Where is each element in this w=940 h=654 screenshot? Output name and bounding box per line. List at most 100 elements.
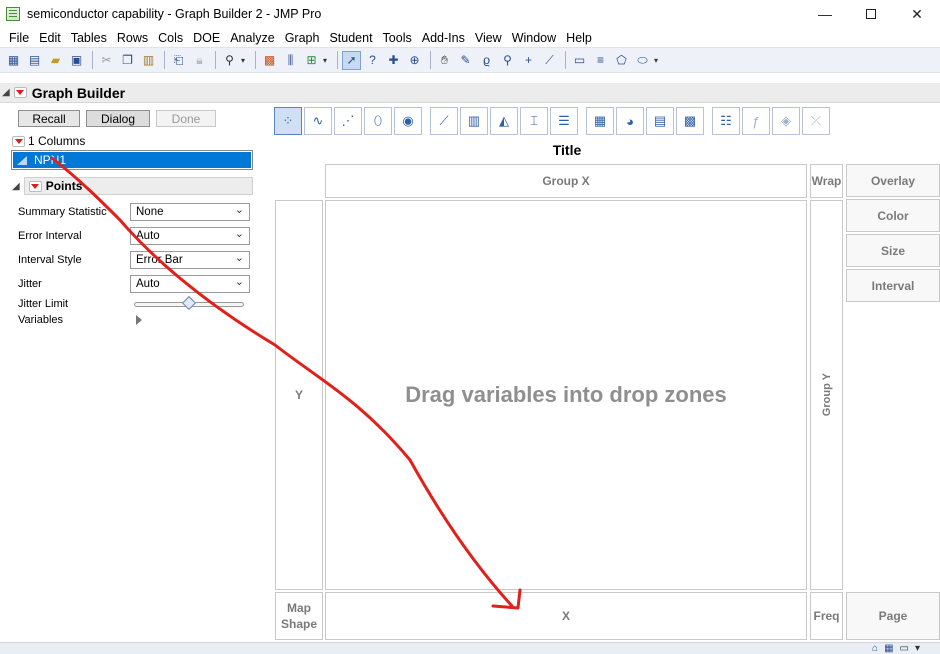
summary-statistic-select[interactable]: None [130, 203, 250, 221]
graph-drop-area[interactable]: Drag variables into drop zones [325, 200, 807, 590]
interval-style-select[interactable]: Error Bar [130, 251, 250, 269]
chart-title[interactable]: Title [325, 142, 809, 158]
menu-student[interactable]: Student [324, 31, 377, 45]
pie-element-icon[interactable]: ◕ [616, 107, 644, 135]
done-button[interactable]: Done [156, 110, 216, 127]
chevron-down-icon[interactable]: ▾ [323, 56, 331, 65]
menu-window[interactable]: Window [507, 31, 561, 45]
color-zone[interactable]: Color [846, 199, 940, 232]
wrap-zone[interactable]: Wrap [810, 164, 843, 198]
menu-tools[interactable]: Tools [378, 31, 417, 45]
grabber-tool-icon[interactable]: ✋︎ [435, 51, 454, 70]
polygon-tool-icon[interactable]: ⬠ [612, 51, 631, 70]
paste-icon[interactable]: ▥ [139, 51, 158, 70]
outline-disclosure-icon[interactable]: ◢ [12, 181, 20, 192]
y-zone[interactable]: Y [275, 200, 323, 590]
histogram-element-icon[interactable]: ☰ [550, 107, 578, 135]
size-zone[interactable]: Size [846, 234, 940, 267]
error-interval-select[interactable]: Auto [130, 227, 250, 245]
copy-icon[interactable]: ❐ [118, 51, 137, 70]
home-icon[interactable]: ⌂ [872, 643, 878, 654]
brush-tool-icon[interactable]: ✎ [456, 51, 475, 70]
group-x-zone[interactable]: Group X [325, 164, 807, 198]
selection-tool-icon[interactable]: ✚ [384, 51, 403, 70]
menu-help[interactable]: Help [561, 31, 597, 45]
x-zone[interactable]: X [325, 592, 807, 640]
column-item-npn1[interactable]: NPN1 [13, 152, 251, 168]
map-shapes-element-icon[interactable]: ◈ [772, 107, 800, 135]
chevron-down-icon[interactable]: ▾ [654, 56, 662, 65]
line-draw-tool-icon[interactable]: ≡ [591, 51, 610, 70]
map-shape-zone[interactable]: Map Shape [275, 592, 323, 640]
area-element-icon[interactable]: ◭ [490, 107, 518, 135]
parallel-element-icon[interactable]: ⤫ [802, 107, 830, 135]
ellipse-tool-icon[interactable]: ⬭ [633, 51, 652, 70]
menu-add-ins[interactable]: Add-Ins [417, 31, 470, 45]
slider-thumb[interactable] [181, 295, 197, 311]
data-table-icon[interactable]: ▦ [884, 643, 893, 654]
menu-file[interactable]: File [4, 31, 34, 45]
interval-zone[interactable]: Interval [846, 269, 940, 302]
menu-analyze[interactable]: Analyze [225, 31, 279, 45]
dialog-button[interactable]: Dialog [86, 110, 150, 127]
annotate-tool-icon[interactable]: ▭ [570, 51, 589, 70]
search-icon[interactable]: ⚲ [220, 51, 239, 70]
line-of-fit-element-icon[interactable]: ⋰ [334, 107, 362, 135]
data-table-list-icon[interactable]: ▩ [260, 51, 279, 70]
overlay-zone[interactable]: Overlay [846, 164, 940, 197]
add-rows-icon[interactable]: ⊞ [302, 51, 321, 70]
red-triangle-menu-icon[interactable] [13, 87, 27, 98]
window-list-icon[interactable]: ▭ [900, 643, 909, 654]
treemap-element-icon[interactable]: ▤ [646, 107, 674, 135]
crosshair-plus-icon[interactable]: + [519, 51, 538, 70]
points-element-icon[interactable]: ⁘ [274, 107, 302, 135]
menu-tables[interactable]: Tables [66, 31, 112, 45]
save-icon[interactable]: ▣ [67, 51, 86, 70]
menu-edit[interactable]: Edit [34, 31, 66, 45]
columns-icon[interactable]: ⫼ [281, 51, 300, 70]
freq-zone[interactable]: Freq [810, 592, 843, 640]
box-plot-element-icon[interactable]: ⌶ [520, 107, 548, 135]
lasso-tool-icon[interactable]: ϱ [477, 51, 496, 70]
heatmap-element-icon[interactable]: ▦ [586, 107, 614, 135]
jitter-limit-slider[interactable] [134, 295, 244, 311]
recall-button[interactable]: Recall [18, 110, 80, 127]
menu-cols[interactable]: Cols [153, 31, 188, 45]
open-icon[interactable]: ▰ [46, 51, 65, 70]
ellipse-element-icon[interactable]: ⬯ [364, 107, 392, 135]
variables-expand-icon[interactable] [136, 315, 142, 325]
points-red-triangle-icon[interactable] [28, 180, 42, 192]
maximize-button[interactable] [848, 0, 894, 28]
line-tool-icon[interactable]: ⟋ [540, 51, 559, 70]
group-y-zone[interactable]: Group Y [810, 200, 843, 590]
minimize-button[interactable]: — [802, 0, 848, 28]
arrow-tool-icon[interactable]: ➚ [342, 50, 361, 70]
close-button[interactable]: ✕ [894, 0, 940, 28]
magnifier-tool-icon[interactable]: ⚲ [498, 51, 517, 70]
journal-icon[interactable]: ⎗ [169, 51, 188, 70]
new-script-icon[interactable]: ▤ [25, 51, 44, 70]
contour-element-icon[interactable]: ◉ [394, 107, 422, 135]
mosaic-element-icon[interactable]: ▩ [676, 107, 704, 135]
menu-graph[interactable]: Graph [280, 31, 325, 45]
menu-doe[interactable]: DOE [188, 31, 225, 45]
chevron-down-icon[interactable]: ▾ [915, 643, 920, 654]
cut-icon[interactable]: ✂ [97, 51, 116, 70]
crosshair-tool-icon[interactable]: ⊕ [405, 51, 424, 70]
menu-rows[interactable]: Rows [112, 31, 153, 45]
smoother-element-icon[interactable]: ∿ [304, 107, 332, 135]
chevron-down-icon[interactable]: ▾ [241, 56, 249, 65]
menu-view[interactable]: View [470, 31, 507, 45]
lock-icon[interactable]: 🔒︎ [190, 51, 209, 70]
new-data-table-icon[interactable]: ▦ [4, 51, 23, 70]
line-element-icon[interactable]: ⟋ [430, 107, 458, 135]
variables-row: Variables [18, 311, 250, 329]
page-zone[interactable]: Page [846, 592, 940, 640]
help-tool-icon[interactable]: ? [363, 51, 382, 70]
caption-box-element-icon[interactable]: ☷ [712, 107, 740, 135]
bar-element-icon[interactable]: ▥ [460, 107, 488, 135]
columns-red-triangle-icon[interactable] [12, 135, 25, 147]
formula-element-icon[interactable]: ƒ [742, 107, 770, 135]
jitter-select[interactable]: Auto [130, 275, 250, 293]
outline-disclosure-icon[interactable]: ◢ [2, 87, 10, 98]
